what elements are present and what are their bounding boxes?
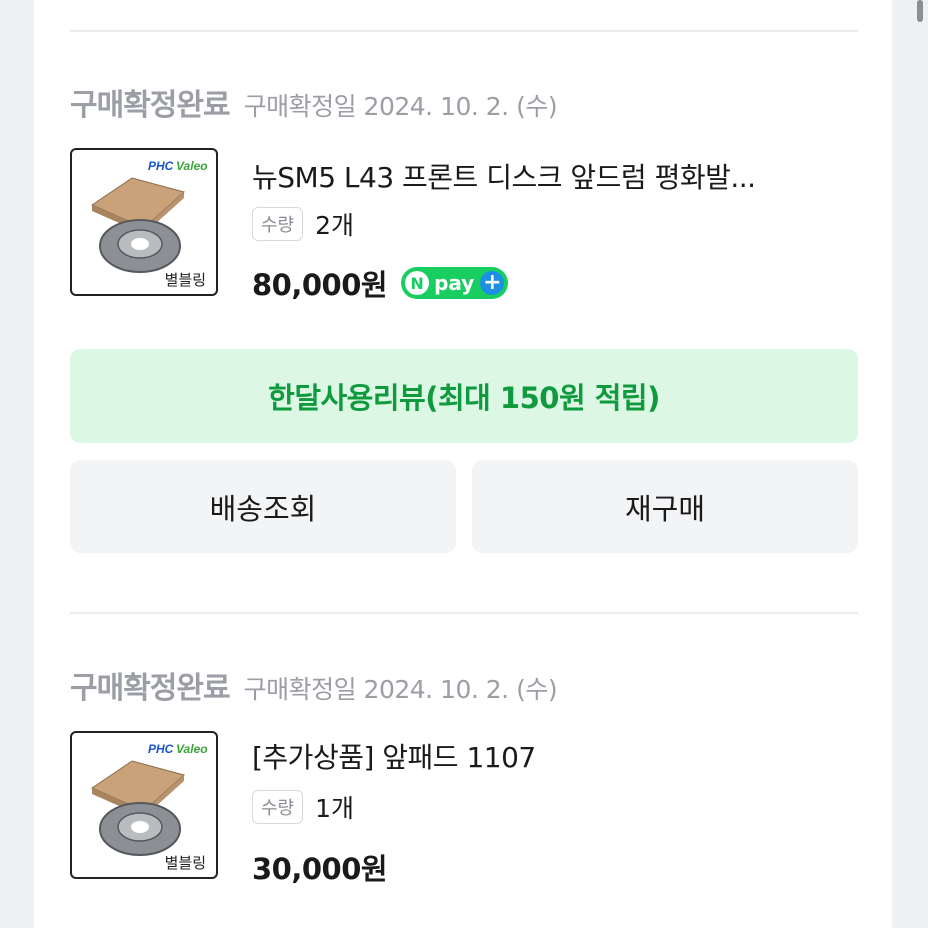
write-review-button[interactable]: 한달사용리뷰(최대 150원 적립)	[70, 349, 858, 443]
quantity-value: 2개	[315, 211, 355, 240]
product-thumbnail[interactable]: PHC Valeo 별블링	[70, 731, 218, 879]
quantity-value: 1개	[315, 794, 355, 823]
svg-text:PHC: PHC	[148, 742, 174, 756]
reorder-button[interactable]: 재구매	[472, 460, 858, 553]
order-status: 구매확정완료	[70, 88, 231, 123]
order-status: 구매확정완료	[70, 671, 231, 706]
plus-icon: +	[480, 271, 505, 295]
quantity-tag: 수량	[252, 207, 304, 241]
scrollbar[interactable]	[914, 0, 928, 40]
order-1-status-row: 구매확정완료 구매확정일 2024. 10. 2. (수)	[70, 80, 558, 123]
svg-text:PHC: PHC	[148, 159, 174, 173]
svg-text:Valeo: Valeo	[176, 159, 208, 173]
product-price: 30,000원	[252, 852, 388, 886]
npay-plus-badge: N pay +	[401, 267, 509, 299]
product-price: 80,000원	[252, 268, 388, 302]
order-divider	[70, 612, 858, 614]
quantity-row: 수량 2개	[252, 206, 354, 242]
quantity-tag: 수량	[252, 790, 304, 824]
track-delivery-button[interactable]: 배송조회	[70, 460, 456, 553]
npay-n-icon: N	[405, 271, 430, 295]
product-name[interactable]: [추가상품] 앞패드 1107	[252, 736, 536, 776]
quantity-row: 수량 1개	[252, 789, 354, 825]
order-list-card: 구매확정완료 구매확정일 2024. 10. 2. (수) PHC Valeo …	[34, 0, 892, 928]
product-thumbnail[interactable]: PHC Valeo 별블링	[70, 148, 218, 296]
scrollbar-thumb[interactable]	[917, 0, 923, 22]
svg-text:Valeo: Valeo	[176, 742, 208, 756]
price-row: 80,000원 N pay +	[252, 262, 509, 304]
top-divider	[70, 30, 858, 32]
npay-label: pay	[434, 271, 475, 295]
order-confirm-date: 구매확정일 2024. 10. 2. (수)	[243, 92, 558, 121]
thumbnail-label: 별블링	[164, 271, 206, 289]
product-name[interactable]: 뉴SM5 L43 프론트 디스크 앞드럼 평화발...	[252, 156, 756, 196]
thumbnail-label: 별블링	[164, 854, 206, 872]
order-2-status-row: 구매확정완료 구매확정일 2024. 10. 2. (수)	[70, 663, 558, 706]
price-row: 30,000원	[252, 846, 388, 888]
order-confirm-date: 구매확정일 2024. 10. 2. (수)	[243, 675, 558, 704]
